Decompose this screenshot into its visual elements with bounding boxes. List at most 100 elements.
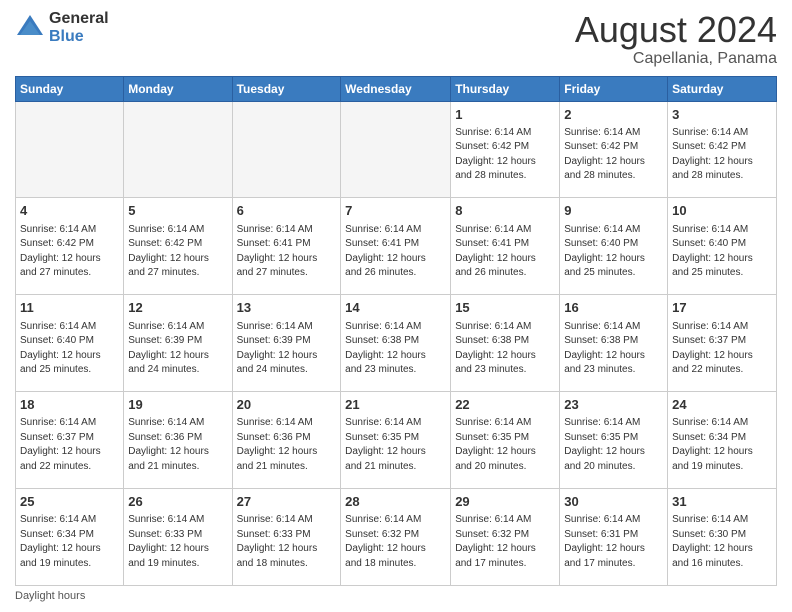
day-info: Sunrise: 6:14 AMSunset: 6:42 PMDaylight:…: [455, 126, 555, 184]
day-info: Sunrise: 6:14 AMSunset: 6:33 PMDaylight:…: [128, 513, 227, 571]
day-info: Sunrise: 6:14 AMSunset: 6:36 PMDaylight:…: [128, 416, 227, 474]
calendar-table: SundayMondayTuesdayWednesdayThursdayFrid…: [15, 76, 777, 586]
day-info: Sunrise: 6:14 AMSunset: 6:35 PMDaylight:…: [345, 416, 446, 474]
calendar-day-cell: 4 Sunrise: 6:14 AMSunset: 6:42 PMDaylight…: [16, 198, 124, 295]
day-number: 21: [345, 396, 446, 414]
day-number: 30: [564, 493, 663, 511]
calendar-day-cell: 6 Sunrise: 6:14 AMSunset: 6:41 PMDaylight…: [232, 198, 341, 295]
day-number: 9: [564, 202, 663, 220]
calendar-day-cell: 22 Sunrise: 6:14 AMSunset: 6:35 PMDayligh…: [451, 392, 560, 489]
day-number: 29: [455, 493, 555, 511]
calendar-day-header: Friday: [560, 76, 668, 101]
calendar-day-cell: [341, 101, 451, 198]
location: Capellania, Panama: [575, 50, 777, 68]
calendar-week-row: 18 Sunrise: 6:14 AMSunset: 6:37 PMDayligh…: [16, 392, 777, 489]
calendar-day-cell: 11Sunrise: 6:14 AMSunset: 6:40 PMDayligh…: [16, 295, 124, 392]
calendar-day-cell: 19Sunrise: 6:14 AMSunset: 6:36 PMDayligh…: [124, 392, 232, 489]
day-info: Sunrise: 6:14 AMSunset: 6:35 PMDaylight:…: [455, 416, 555, 474]
calendar-day-cell: 14Sunrise: 6:14 AMSunset: 6:38 PMDayligh…: [341, 295, 451, 392]
day-info: Sunrise: 6:14 AMSunset: 6:32 PMDaylight:…: [455, 513, 555, 571]
calendar-day-cell: 9 Sunrise: 6:14 AMSunset: 6:40 PMDaylight…: [560, 198, 668, 295]
day-number: 15: [455, 299, 555, 317]
calendar-day-cell: 17 Sunrise: 6:14 AMSunset: 6:37 PMDayligh…: [668, 295, 777, 392]
day-info: Sunrise: 6:14 AMSunset: 6:42 PMDaylight:…: [672, 126, 772, 184]
day-info: Sunrise: 6:14 AMSunset: 6:40 PMDaylight:…: [672, 223, 772, 281]
day-info: Sunrise: 6:14 AMSunset: 6:41 PMDaylight:…: [237, 223, 337, 281]
calendar-day-cell: 15Sunrise: 6:14 AMSunset: 6:38 PMDayligh…: [451, 295, 560, 392]
day-number: 25: [20, 493, 119, 511]
day-number: 5: [128, 202, 227, 220]
calendar-day-cell: 1 Sunrise: 6:14 AMSunset: 6:42 PMDaylight…: [451, 101, 560, 198]
day-number: 2: [564, 106, 663, 124]
calendar-day-header: Saturday: [668, 76, 777, 101]
day-number: 16: [564, 299, 663, 317]
day-number: 1: [455, 106, 555, 124]
day-number: 24: [672, 396, 772, 414]
day-info: Sunrise: 6:14 AMSunset: 6:41 PMDaylight:…: [455, 223, 555, 281]
calendar-day-cell: 30 Sunrise: 6:14 AMSunset: 6:31 PMDayligh…: [560, 489, 668, 586]
day-number: 26: [128, 493, 227, 511]
calendar-day-cell: 29 Sunrise: 6:14 AMSunset: 6:32 PMDayligh…: [451, 489, 560, 586]
footer: Daylight hours: [15, 590, 777, 602]
calendar-day-cell: 13Sunrise: 6:14 AMSunset: 6:39 PMDayligh…: [232, 295, 341, 392]
day-number: 31: [672, 493, 772, 511]
calendar-day-cell: 10Sunrise: 6:14 AMSunset: 6:40 PMDayligh…: [668, 198, 777, 295]
day-info: Sunrise: 6:14 AMSunset: 6:35 PMDaylight:…: [564, 416, 663, 474]
day-number: 12: [128, 299, 227, 317]
logo: General Blue: [15, 10, 109, 45]
day-number: 22: [455, 396, 555, 414]
calendar-week-row: 1 Sunrise: 6:14 AMSunset: 6:42 PMDaylight…: [16, 101, 777, 198]
logo-blue-text: Blue: [49, 28, 109, 46]
logo-icon: [15, 13, 45, 43]
day-number: 13: [237, 299, 337, 317]
calendar-week-row: 11Sunrise: 6:14 AMSunset: 6:40 PMDayligh…: [16, 295, 777, 392]
day-number: 18: [20, 396, 119, 414]
day-info: Sunrise: 6:14 AMSunset: 6:31 PMDaylight:…: [564, 513, 663, 571]
day-info: Sunrise: 6:14 AMSunset: 6:38 PMDaylight:…: [564, 320, 663, 378]
day-info: Sunrise: 6:14 AMSunset: 6:32 PMDaylight:…: [345, 513, 446, 571]
day-info: Sunrise: 6:14 AMSunset: 6:39 PMDaylight:…: [128, 320, 227, 378]
day-info: Sunrise: 6:14 AMSunset: 6:42 PMDaylight:…: [20, 223, 119, 281]
day-number: 11: [20, 299, 119, 317]
calendar-day-cell: [124, 101, 232, 198]
calendar-day-cell: 25 Sunrise: 6:14 AMSunset: 6:34 PMDayligh…: [16, 489, 124, 586]
calendar-day-cell: 2 Sunrise: 6:14 AMSunset: 6:42 PMDaylight…: [560, 101, 668, 198]
day-number: 27: [237, 493, 337, 511]
day-info: Sunrise: 6:14 AMSunset: 6:34 PMDaylight:…: [20, 513, 119, 571]
day-number: 4: [20, 202, 119, 220]
calendar-day-cell: 5 Sunrise: 6:14 AMSunset: 6:42 PMDaylight…: [124, 198, 232, 295]
day-number: 28: [345, 493, 446, 511]
calendar-day-cell: 27 Sunrise: 6:14 AMSunset: 6:33 PMDayligh…: [232, 489, 341, 586]
day-info: Sunrise: 6:14 AMSunset: 6:33 PMDaylight:…: [237, 513, 337, 571]
day-number: 3: [672, 106, 772, 124]
calendar-day-cell: 20Sunrise: 6:14 AMSunset: 6:36 PMDayligh…: [232, 392, 341, 489]
calendar-day-cell: [232, 101, 341, 198]
day-info: Sunrise: 6:14 AMSunset: 6:37 PMDaylight:…: [20, 416, 119, 474]
calendar-week-row: 4 Sunrise: 6:14 AMSunset: 6:42 PMDaylight…: [16, 198, 777, 295]
day-number: 6: [237, 202, 337, 220]
day-number: 17: [672, 299, 772, 317]
day-info: Sunrise: 6:14 AMSunset: 6:40 PMDaylight:…: [564, 223, 663, 281]
page: General Blue August 2024 Capellania, Pan…: [0, 0, 792, 612]
calendar-day-header: Monday: [124, 76, 232, 101]
calendar-week-row: 25 Sunrise: 6:14 AMSunset: 6:34 PMDayligh…: [16, 489, 777, 586]
day-info: Sunrise: 6:14 AMSunset: 6:34 PMDaylight:…: [672, 416, 772, 474]
calendar-day-cell: 8 Sunrise: 6:14 AMSunset: 6:41 PMDaylight…: [451, 198, 560, 295]
day-info: Sunrise: 6:14 AMSunset: 6:42 PMDaylight:…: [564, 126, 663, 184]
calendar-day-cell: 7Sunrise: 6:14 AMSunset: 6:41 PMDaylight…: [341, 198, 451, 295]
calendar-day-cell: 3 Sunrise: 6:14 AMSunset: 6:42 PMDaylight…: [668, 101, 777, 198]
calendar-day-cell: 18 Sunrise: 6:14 AMSunset: 6:37 PMDayligh…: [16, 392, 124, 489]
calendar-day-cell: 24 Sunrise: 6:14 AMSunset: 6:34 PMDayligh…: [668, 392, 777, 489]
calendar-header-row: SundayMondayTuesdayWednesdayThursdayFrid…: [16, 76, 777, 101]
daylight-hours-label: Daylight hours: [15, 590, 85, 602]
calendar-day-cell: 16 Sunrise: 6:14 AMSunset: 6:38 PMDayligh…: [560, 295, 668, 392]
day-info: Sunrise: 6:14 AMSunset: 6:42 PMDaylight:…: [128, 223, 227, 281]
logo-general-text: General: [49, 10, 109, 28]
day-number: 8: [455, 202, 555, 220]
calendar-day-cell: 26 Sunrise: 6:14 AMSunset: 6:33 PMDayligh…: [124, 489, 232, 586]
header: General Blue August 2024 Capellania, Pan…: [15, 10, 777, 68]
day-number: 7: [345, 202, 446, 220]
day-info: Sunrise: 6:14 AMSunset: 6:38 PMDaylight:…: [345, 320, 446, 378]
day-info: Sunrise: 6:14 AMSunset: 6:36 PMDaylight:…: [237, 416, 337, 474]
day-info: Sunrise: 6:14 AMSunset: 6:37 PMDaylight:…: [672, 320, 772, 378]
